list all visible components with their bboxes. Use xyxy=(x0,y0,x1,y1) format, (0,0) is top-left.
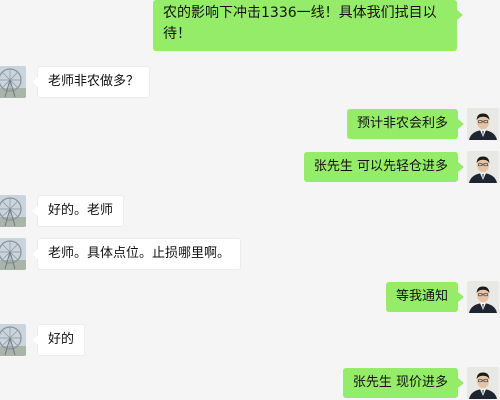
ferris-wheel-icon xyxy=(0,66,26,98)
contact-avatar[interactable] xyxy=(0,324,26,356)
user-avatar[interactable] xyxy=(467,151,499,183)
chat-window: 农的影响下冲击1336一线！具体我们拭目以待！ 老师非农做多？ 预计非农会利多 xyxy=(0,0,500,400)
incoming-message-bubble[interactable]: 好的 xyxy=(31,324,86,356)
outgoing-message-bubble[interactable]: 张先生 现价进多 xyxy=(342,368,465,398)
man-in-suit-icon xyxy=(467,108,499,140)
message-text: 农的影响下冲击1336一线！具体我们拭目以待！ xyxy=(163,5,437,42)
message-text: 老师非农做多？ xyxy=(48,74,140,89)
man-in-suit-icon xyxy=(467,367,499,399)
user-avatar[interactable] xyxy=(467,281,499,313)
user-avatar[interactable] xyxy=(467,108,499,140)
outgoing-message-bubble[interactable]: 等我通知 xyxy=(385,282,465,312)
incoming-message-bubble[interactable]: 老师。具体点位。止损哪里啊。 xyxy=(31,238,242,270)
man-in-suit-icon xyxy=(467,151,499,183)
ferris-wheel-icon xyxy=(0,238,26,270)
message-text: 预计非农会利多 xyxy=(356,116,448,131)
ferris-wheel-icon xyxy=(0,195,26,227)
outgoing-message-bubble[interactable]: 预计非农会利多 xyxy=(346,109,465,139)
ferris-wheel-icon xyxy=(0,324,26,356)
contact-avatar[interactable] xyxy=(0,66,26,98)
message-text: 等我通知 xyxy=(395,289,448,304)
outgoing-message-bubble[interactable]: 农的影响下冲击1336一线！具体我们拭目以待！ xyxy=(153,0,463,51)
message-text: 老师。具体点位。止损哪里啊。 xyxy=(48,246,231,261)
contact-avatar[interactable] xyxy=(0,238,26,270)
contact-avatar[interactable] xyxy=(0,195,26,227)
man-in-suit-icon xyxy=(467,281,499,313)
incoming-message-bubble[interactable]: 好的。老师 xyxy=(31,195,125,227)
message-text: 张先生 可以先轻仓进多 xyxy=(313,159,448,174)
message-text: 张先生 现价进多 xyxy=(352,375,448,390)
outgoing-message-bubble[interactable]: 张先生 可以先轻仓进多 xyxy=(303,152,465,182)
user-avatar[interactable] xyxy=(467,367,499,399)
message-text: 好的。老师 xyxy=(48,203,114,218)
incoming-message-bubble[interactable]: 老师非农做多？ xyxy=(31,66,151,98)
message-text: 好的 xyxy=(48,332,75,347)
